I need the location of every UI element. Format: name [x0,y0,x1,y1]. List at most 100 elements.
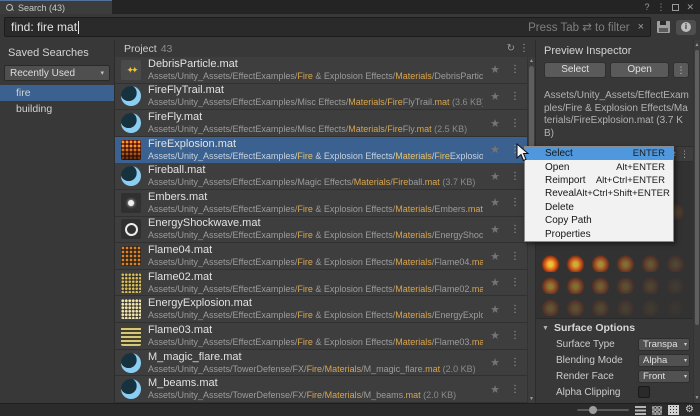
scroll-up-icon[interactable]: ▲ [528,58,535,64]
material-thumbnail-icon [121,113,141,134]
tab-search[interactable]: Search (43) [0,0,112,14]
row-kebab-icon[interactable]: ⋮ [507,304,523,315]
flame-sprite [638,252,663,272]
row-kebab-icon[interactable]: ⋮ [507,330,523,341]
context-menu-item[interactable]: Select ENTER [525,147,673,161]
result-row[interactable]: FireFlyTrail.mat Assets/Unity_Assets/Effe… [115,83,527,111]
favorite-star-icon[interactable]: ★ [490,223,500,236]
info-icon: i [681,22,691,32]
asset-path: Assets/Unity_Assets/EffectExamples/Fire … [148,336,484,347]
flame-sprite [613,252,638,272]
favorite-star-icon[interactable]: ★ [490,90,500,103]
saved-search-item[interactable]: building [0,101,114,117]
favorite-star-icon[interactable]: ★ [490,383,500,396]
list-view-icon[interactable] [635,405,647,415]
result-row[interactable]: M_beams.mat Assets/Unity_Assets/TowerDefe… [115,376,527,403]
favorite-star-icon[interactable]: ★ [490,143,500,156]
option-label: Alpha Clipping [556,386,621,398]
result-row[interactable]: Flame03.mat Assets/Unity_Assets/EffectExa… [115,323,527,350]
result-row[interactable]: Flame04.mat Assets/Unity_Assets/EffectExa… [115,243,527,270]
context-menu-item[interactable]: Reveal Alt+Ctrl+Shift+ENTER [525,187,673,200]
favorite-star-icon[interactable]: ★ [490,303,500,316]
result-row[interactable]: Fireball.mat Assets/Unity_Assets/EffectEx… [115,163,527,191]
option-dropdown[interactable]: Alpha ▾ [638,353,690,367]
favorite-star-icon[interactable]: ★ [490,356,500,369]
material-thumbnail-icon [121,325,141,346]
row-kebab-icon[interactable]: ⋮ [507,357,523,368]
gear-icon[interactable]: ⚙ [685,405,694,415]
result-row[interactable]: FireExplosion.mat Assets/Unity_Assets/Eff… [115,136,527,164]
option-dropdown[interactable]: Multiply▾ [638,401,690,403]
saved-search-item[interactable]: fire [0,85,114,101]
favorite-star-icon[interactable]: ★ [490,63,500,76]
row-kebab-icon[interactable]: ⋮ [507,118,523,129]
result-row[interactable]: ✦✦ DebrisParticle.mat Assets/Unity_Assets/… [115,57,527,84]
context-menu-item[interactable]: Copy Path [525,214,673,227]
row-kebab-icon[interactable]: ⋮ [507,171,523,182]
result-row[interactable]: FireFly.mat Assets/Unity_Assets/EffectExa… [115,110,527,137]
context-menu-item[interactable]: Properties [525,227,673,240]
context-menu-item[interactable]: Reimport Alt+Ctrl+ENTER [525,174,673,187]
asset-path: Assets/Unity_Assets/EffectExamples/Misc … [148,124,468,135]
result-row[interactable]: EnergyShockwave.mat Assets/Unity_Assets/E… [115,216,527,244]
table-view-icon[interactable] [668,405,680,415]
option-dropdown[interactable]: Transpa ▾ [638,337,690,351]
grid-view-icon[interactable] [652,405,663,415]
row-kebab-icon[interactable]: ⋮ [507,277,523,288]
open-button[interactable]: Open [610,62,670,78]
asset-name: M_beams.mat [148,377,218,390]
row-kebab-icon[interactable]: ⋮ [507,64,523,75]
scroll-down-icon[interactable]: ▼ [694,395,700,401]
result-row-text: Flame04.mat Assets/Unity_Assets/EffectExa… [148,244,483,268]
row-kebab-icon[interactable]: ⋮ [507,251,523,262]
favorite-star-icon[interactable]: ★ [490,276,500,289]
inspector-scrollbar[interactable]: ▲ ▼ [693,40,700,403]
inspector-kebab-icon[interactable]: ⋮ [673,62,690,78]
select-button[interactable]: Select [544,62,607,78]
scroll-up-icon[interactable]: ▲ [694,42,700,48]
refresh-icon[interactable]: ↻ [507,43,515,54]
results-header: Project 43 ↻ ⋮ [115,40,535,57]
kebab-icon[interactable]: ⋮ [656,2,665,12]
result-row[interactable]: EnergyExplosion.mat Assets/Unity_Assets/E… [115,296,527,324]
row-kebab-icon[interactable]: ⋮ [507,197,523,208]
results-kebab-icon[interactable]: ⋮ [519,43,529,54]
surface-option-row: Render Face Front ▾ [536,368,693,384]
help-icon[interactable]: ? [644,2,649,12]
flame-sprite [588,296,613,316]
row-kebab-icon[interactable]: ⋮ [507,384,523,395]
info-button[interactable]: i [676,19,696,35]
result-row-text: FireFlyTrail.mat Assets/Unity_Assets/Effe… [148,84,483,108]
scroll-down-icon[interactable]: ▼ [528,396,535,402]
maximize-icon[interactable] [672,3,680,11]
favorite-star-icon[interactable]: ★ [490,196,500,209]
favorite-star-icon[interactable]: ★ [490,250,500,263]
result-row[interactable]: Flame02.mat Assets/Unity_Assets/EffectExa… [115,269,527,297]
kebab-icon[interactable]: ⋮ [680,149,689,160]
item-size-slider[interactable] [577,406,630,414]
scrollbar-thumb[interactable] [695,50,699,325]
surface-options-title: Surface Options [553,322,636,334]
search-input[interactable]: find: fire mat Press Tab ⇄ to filter × [4,17,651,37]
save-search-icon[interactable] [657,21,670,33]
foldout-icon[interactable]: ▼ [542,325,549,332]
saved-searches-sort-dropdown[interactable]: Recently Used ▾ [4,65,110,81]
material-thumbnail-icon [121,379,141,400]
slider-knob[interactable] [589,406,598,414]
option-dropdown[interactable]: Front ▾ [638,369,690,383]
clear-search-icon[interactable]: × [638,21,644,33]
close-icon[interactable]: ✕ [686,2,694,12]
row-kebab-icon[interactable]: ⋮ [507,91,523,102]
favorite-star-icon[interactable]: ★ [490,170,500,183]
result-row-text: Embers.mat Assets/Unity_Assets/EffectExam… [148,191,483,215]
favorite-star-icon[interactable]: ★ [490,329,500,342]
option-checkbox[interactable] [638,386,650,398]
favorite-star-icon[interactable]: ★ [490,117,500,130]
result-row-text: Flame03.mat Assets/Unity_Assets/EffectExa… [148,324,483,348]
result-row[interactable]: M_magic_flare.mat Assets/Unity_Assets/Tow… [115,349,527,377]
asset-path: Assets/Unity_Assets/EffectExamples/Fire … [148,230,484,241]
context-menu-item[interactable]: Open Alt+ENTER [525,160,673,173]
row-kebab-icon[interactable]: ⋮ [507,224,523,235]
context-menu-item[interactable]: Delete [525,201,673,214]
result-row[interactable]: Embers.mat Assets/Unity_Assets/EffectExam… [115,190,527,217]
